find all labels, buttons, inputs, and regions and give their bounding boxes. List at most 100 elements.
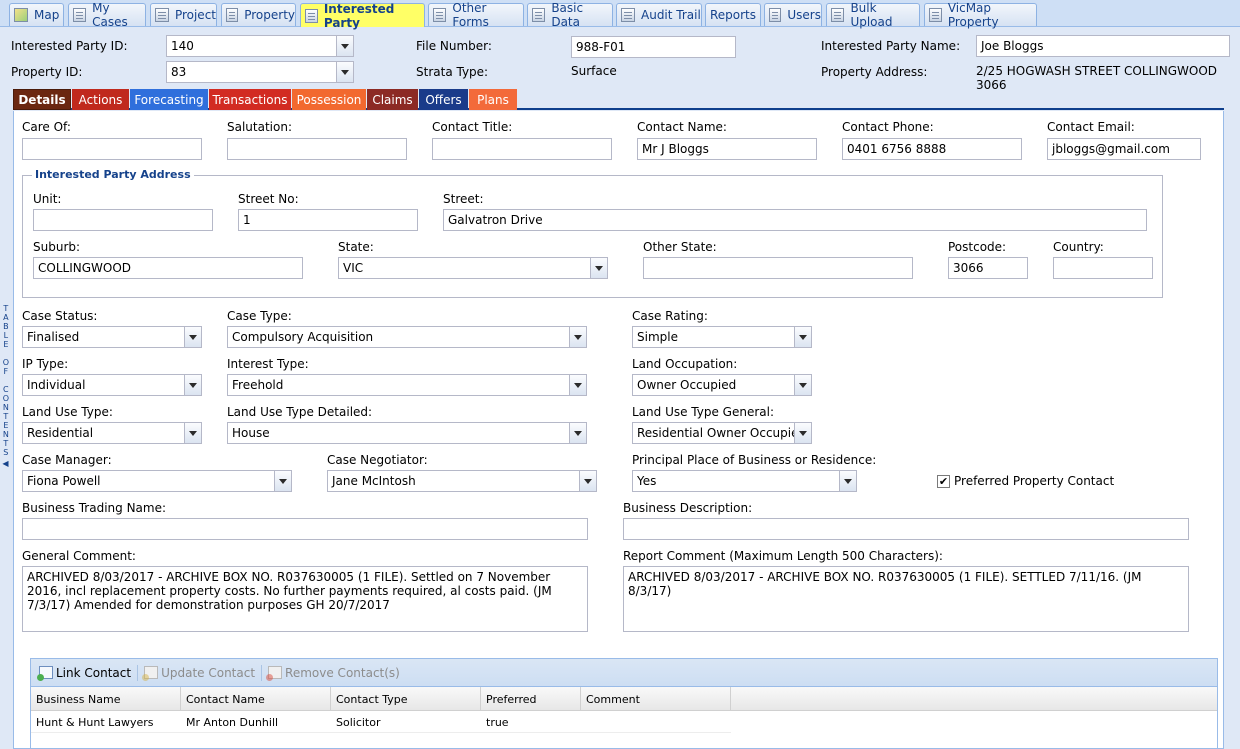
report-comment-textarea[interactable]: ARCHIVED 8/03/2017 - ARCHIVE BOX NO. R03… xyxy=(623,566,1189,632)
state-select[interactable]: VIC xyxy=(338,257,608,279)
file-number-field[interactable]: 988-F01 xyxy=(571,36,736,58)
salutation-field[interactable] xyxy=(227,138,407,160)
contact-phone-field[interactable]: 0401 6756 8888 xyxy=(842,138,1022,160)
tab-forecasting[interactable]: Forecasting xyxy=(130,89,208,110)
tab-vicmap-property[interactable]: VicMap Property xyxy=(924,1,1037,29)
cell-preferred: true xyxy=(486,715,509,729)
tab-actions[interactable]: Actions xyxy=(72,89,129,110)
tab-interested-party[interactable]: Interested Party xyxy=(300,2,425,30)
unit-field[interactable] xyxy=(33,209,213,231)
postcode-field[interactable]: 3066 xyxy=(948,257,1028,279)
land-use-general-select[interactable]: Residential Owner Occupied xyxy=(632,422,812,444)
form-icon xyxy=(433,8,447,22)
table-of-contents-collapse[interactable]: TABLE OF CONTENTS ◀ xyxy=(0,304,11,474)
form-icon xyxy=(73,8,87,22)
general-comment-textarea[interactable]: ARCHIVED 8/03/2017 - ARCHIVE BOX NO. R03… xyxy=(22,566,588,632)
collapse-arrow-icon[interactable]: ◀ xyxy=(2,459,8,469)
land-use-general-label: Land Use Type General: xyxy=(632,405,775,419)
chevron-down-icon[interactable] xyxy=(184,423,201,443)
case-rating-select[interactable]: Simple xyxy=(632,326,812,348)
case-negotiator-label: Case Negotiator: xyxy=(327,453,428,467)
general-comment-label: General Comment: xyxy=(22,549,136,563)
tab-possession[interactable]: Possession xyxy=(292,89,366,110)
business-trading-field[interactable] xyxy=(22,518,588,540)
chevron-down-icon[interactable] xyxy=(794,327,811,347)
chevron-down-icon[interactable] xyxy=(184,375,201,395)
street-no-field[interactable]: 1 xyxy=(238,209,418,231)
principal-place-select[interactable]: Yes xyxy=(632,470,857,492)
column-header-preferred[interactable]: Preferred xyxy=(481,687,581,711)
tab-project[interactable]: Project xyxy=(150,3,217,26)
case-status-select[interactable]: Finalised xyxy=(22,326,202,348)
file-number-label: File Number: xyxy=(416,39,492,53)
tab-users[interactable]: Users xyxy=(764,3,822,26)
main-tab-bar: Map My Cases Project Property Interested… xyxy=(0,0,1240,30)
chevron-down-icon[interactable] xyxy=(274,471,291,491)
preferred-contact-checkbox[interactable]: ✔ xyxy=(937,475,950,488)
toolbar-separator xyxy=(261,664,263,681)
contact-email-field[interactable]: jbloggs@gmail.com xyxy=(1047,138,1201,160)
country-field[interactable] xyxy=(1053,257,1153,279)
chevron-down-icon[interactable] xyxy=(794,375,811,395)
case-status-label: Case Status: xyxy=(22,309,98,323)
tab-transactions[interactable]: Transactions xyxy=(209,89,291,110)
tab-map[interactable]: Map xyxy=(9,3,64,26)
land-use-type-select[interactable]: Residential xyxy=(22,422,202,444)
tab-my-cases[interactable]: My Cases xyxy=(68,1,146,29)
report-comment-label: Report Comment (Maximum Length 500 Chara… xyxy=(623,549,943,563)
column-header-comment[interactable]: Comment xyxy=(581,687,731,711)
street-field[interactable]: Galvatron Drive xyxy=(443,209,1147,231)
land-occupation-select[interactable]: Owner Occupied xyxy=(632,374,812,396)
business-description-field[interactable] xyxy=(623,518,1189,540)
tab-details[interactable]: Details xyxy=(13,89,71,110)
contact-name-field[interactable]: Mr J Bloggs xyxy=(637,138,817,160)
chevron-down-icon[interactable] xyxy=(569,375,586,395)
ip-type-select[interactable]: Individual xyxy=(22,374,202,396)
care-of-field[interactable] xyxy=(22,138,202,160)
case-type-select[interactable]: Compulsory Acquisition xyxy=(227,326,587,348)
column-header-contact-type[interactable]: Contact Type xyxy=(331,687,481,711)
case-rating-label: Case Rating: xyxy=(632,309,708,323)
chevron-down-icon[interactable] xyxy=(590,258,607,278)
chevron-down-icon[interactable] xyxy=(794,423,811,443)
tab-other-forms[interactable]: Other Forms xyxy=(428,1,524,29)
interest-type-select[interactable]: Freehold xyxy=(227,374,587,396)
land-use-type-label: Land Use Type: xyxy=(22,405,113,419)
chevron-down-icon[interactable] xyxy=(569,423,586,443)
case-negotiator-select[interactable]: Jane McIntosh xyxy=(327,470,597,492)
tab-property[interactable]: Property xyxy=(221,3,296,26)
tab-plans[interactable]: Plans xyxy=(469,89,517,110)
chevron-down-icon[interactable] xyxy=(569,327,586,347)
case-manager-select[interactable]: Fiona Powell xyxy=(22,470,292,492)
form-icon xyxy=(305,8,318,23)
grid-toolbar: Link Contact Update Contact Remove Conta… xyxy=(31,659,1217,687)
land-use-detailed-select[interactable]: House xyxy=(227,422,587,444)
chevron-down-icon[interactable] xyxy=(336,62,353,82)
tab-reports[interactable]: Reports xyxy=(705,3,761,26)
tab-basic-data[interactable]: Basic Data xyxy=(527,1,613,29)
chevron-down-icon[interactable] xyxy=(184,327,201,347)
other-state-field[interactable] xyxy=(643,257,913,279)
property-id-select[interactable]: 83 xyxy=(166,61,354,83)
tab-audit-trail[interactable]: Audit Trail xyxy=(616,3,702,26)
table-row[interactable]: Hunt & Hunt Lawyers Mr Anton Dunhill Sol… xyxy=(31,711,731,733)
chevron-down-icon[interactable] xyxy=(336,36,353,56)
property-address-label: Property Address: xyxy=(821,65,928,79)
form-icon xyxy=(155,8,169,22)
ip-name-field[interactable]: Joe Bloggs xyxy=(976,35,1230,57)
ip-id-select[interactable]: 140 xyxy=(166,35,354,57)
chevron-down-icon[interactable] xyxy=(579,471,596,491)
suburb-field[interactable]: COLLINGWOOD xyxy=(33,257,303,279)
form-icon xyxy=(532,8,546,22)
column-header-contact-name[interactable]: Contact Name xyxy=(181,687,331,711)
link-contact-button[interactable]: Link Contact xyxy=(35,666,135,681)
tab-bulk-upload[interactable]: Bulk Upload xyxy=(826,1,920,29)
tab-claims[interactable]: Claims xyxy=(367,89,418,110)
update-contact-button[interactable]: Update Contact xyxy=(140,666,259,681)
remove-contacts-button[interactable]: Remove Contact(s) xyxy=(264,666,404,681)
contact-title-field[interactable] xyxy=(432,138,612,160)
tab-offers[interactable]: Offers xyxy=(419,89,468,110)
column-header-business-name[interactable]: Business Name xyxy=(31,687,181,711)
chevron-down-icon[interactable] xyxy=(839,471,856,491)
street-no-label: Street No: xyxy=(238,192,299,206)
